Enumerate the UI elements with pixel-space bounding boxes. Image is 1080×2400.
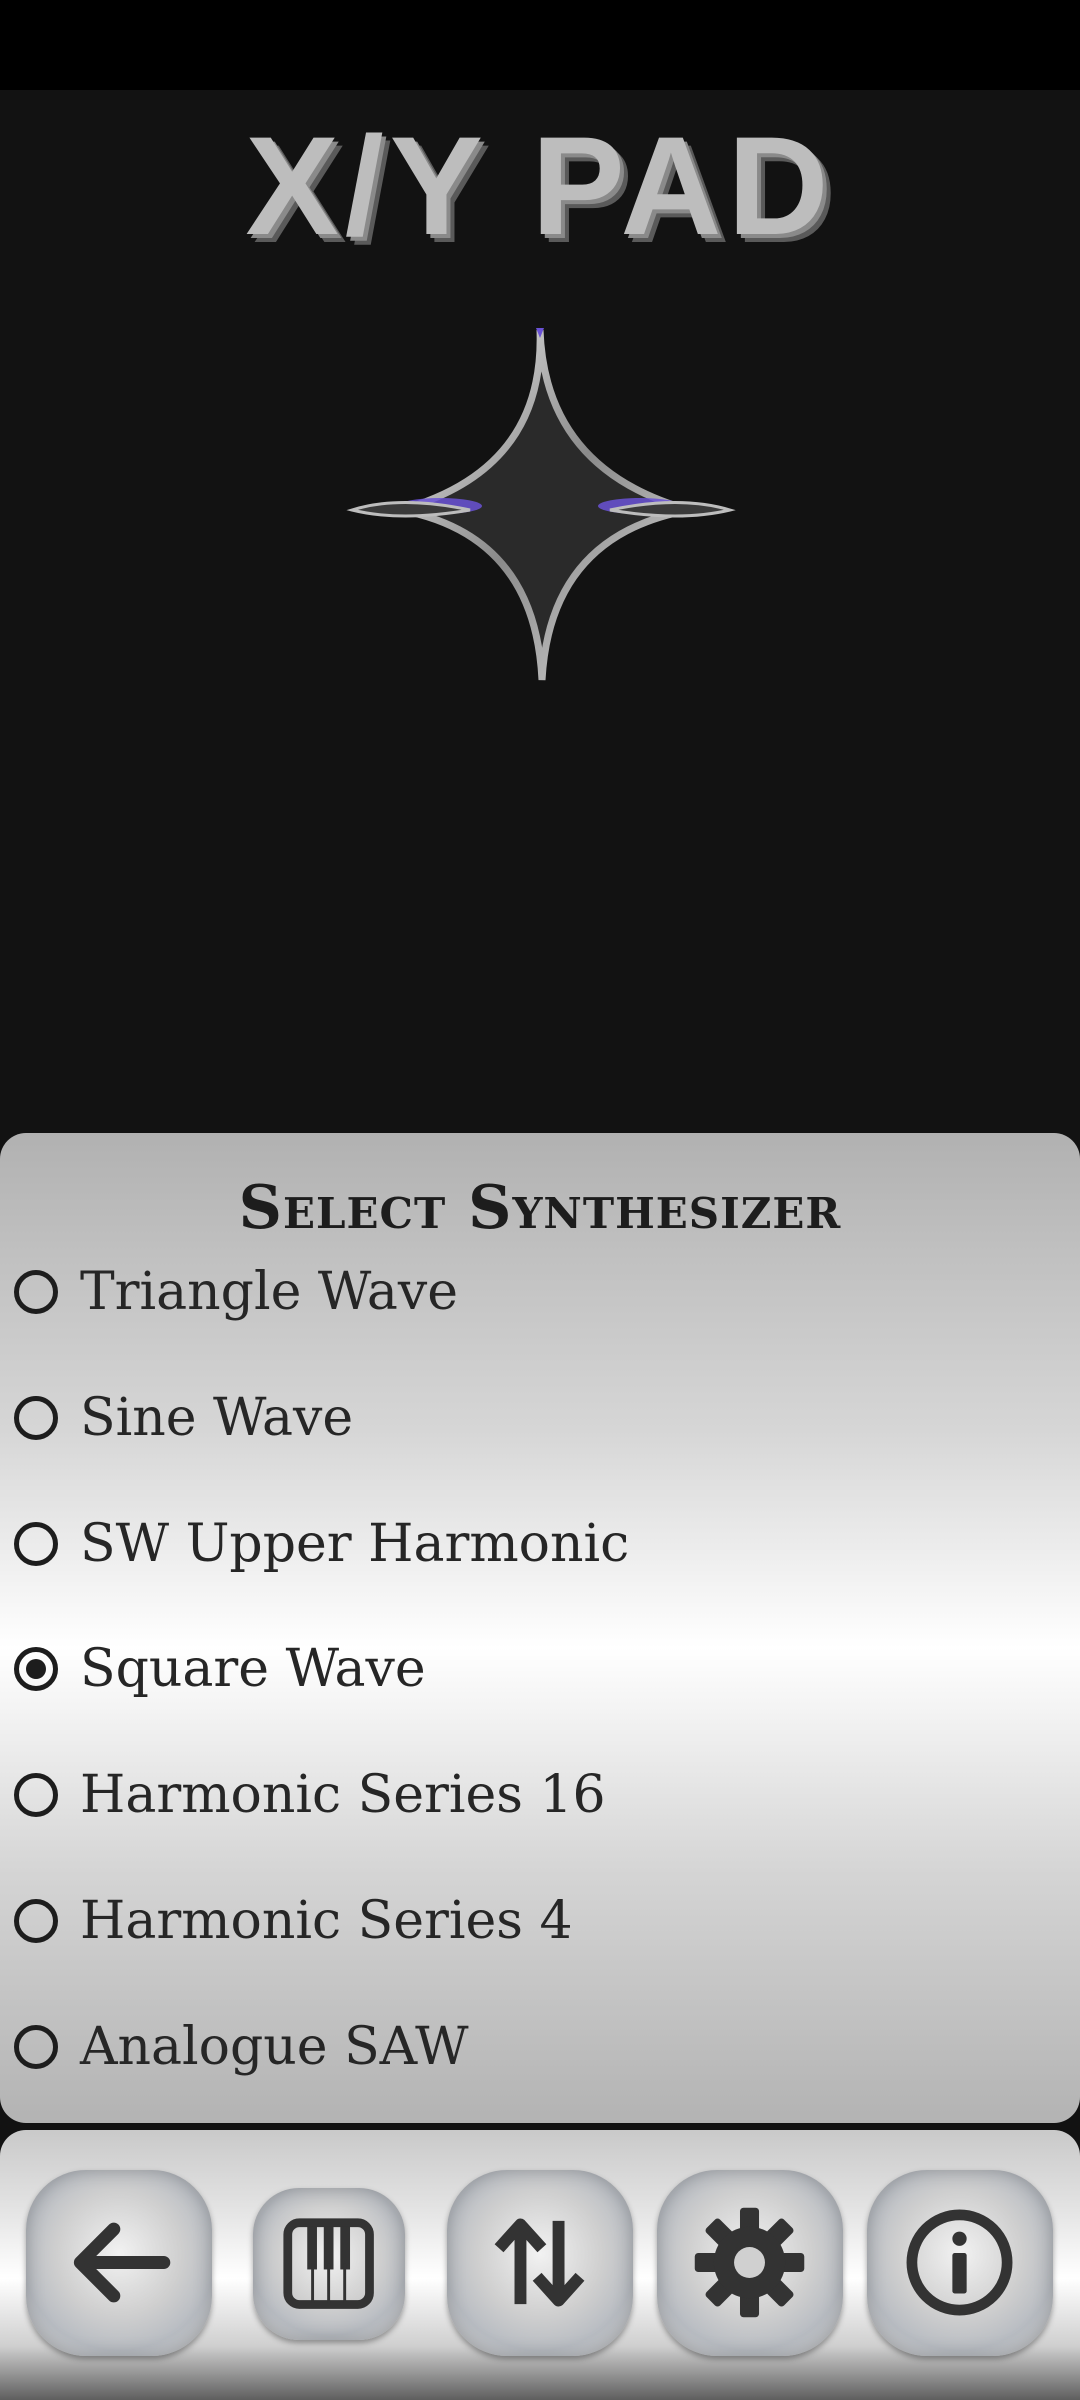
radio-button-selected[interactable] — [14, 1647, 58, 1691]
option-analogue-saw[interactable]: Analogue SAW — [14, 1992, 1054, 2102]
info-button[interactable] — [867, 2170, 1053, 2356]
option-label: Triangle Wave — [80, 1262, 458, 1322]
synth-select-sheet: Select Synthesizer Triangle Wave Sine Wa… — [0, 1133, 1080, 2123]
option-label: SW Upper Harmonic — [80, 1514, 630, 1574]
up-down-arrows-icon — [495, 2218, 585, 2308]
option-label: Analogue SAW — [80, 2017, 469, 2077]
radio-button[interactable] — [14, 2025, 58, 2069]
option-triangle-wave[interactable]: Triangle Wave — [14, 1237, 1054, 1347]
option-harmonic-series-16[interactable]: Harmonic Series 16 — [14, 1740, 1054, 1850]
radio-button[interactable] — [14, 1522, 58, 1566]
option-label: Harmonic Series 16 — [80, 1765, 606, 1825]
piano-keys-icon — [283, 2218, 375, 2310]
option-label: Harmonic Series 4 — [80, 1891, 573, 1951]
radio-button[interactable] — [14, 1773, 58, 1817]
radio-button[interactable] — [14, 1899, 58, 1943]
keyboard-button[interactable] — [253, 2188, 405, 2340]
settings-button[interactable] — [657, 2170, 843, 2356]
sparkle-logo-icon — [346, 328, 736, 681]
option-sw-upper-harmonic[interactable]: SW Upper Harmonic — [14, 1489, 1054, 1599]
back-arrow-icon — [74, 2223, 171, 2303]
radio-button[interactable] — [14, 1270, 58, 1314]
option-square-wave[interactable]: Square Wave — [14, 1614, 1054, 1724]
info-icon — [907, 2210, 1013, 2316]
sheet-title: Select Synthesizer — [238, 1173, 842, 1243]
back-button[interactable] — [26, 2170, 212, 2356]
app-title: X/Y PAD — [245, 107, 835, 264]
option-sine-wave[interactable]: Sine Wave — [14, 1363, 1054, 1473]
status-bar — [0, 0, 1080, 90]
option-label: Square Wave — [80, 1639, 426, 1699]
bottom-toolbar — [0, 2130, 1080, 2400]
radio-button[interactable] — [14, 1396, 58, 1440]
axis-toggle-button[interactable] — [447, 2170, 633, 2356]
option-label: Sine Wave — [80, 1388, 354, 1448]
option-harmonic-series-4[interactable]: Harmonic Series 4 — [14, 1866, 1054, 1976]
gear-icon — [695, 2208, 805, 2318]
